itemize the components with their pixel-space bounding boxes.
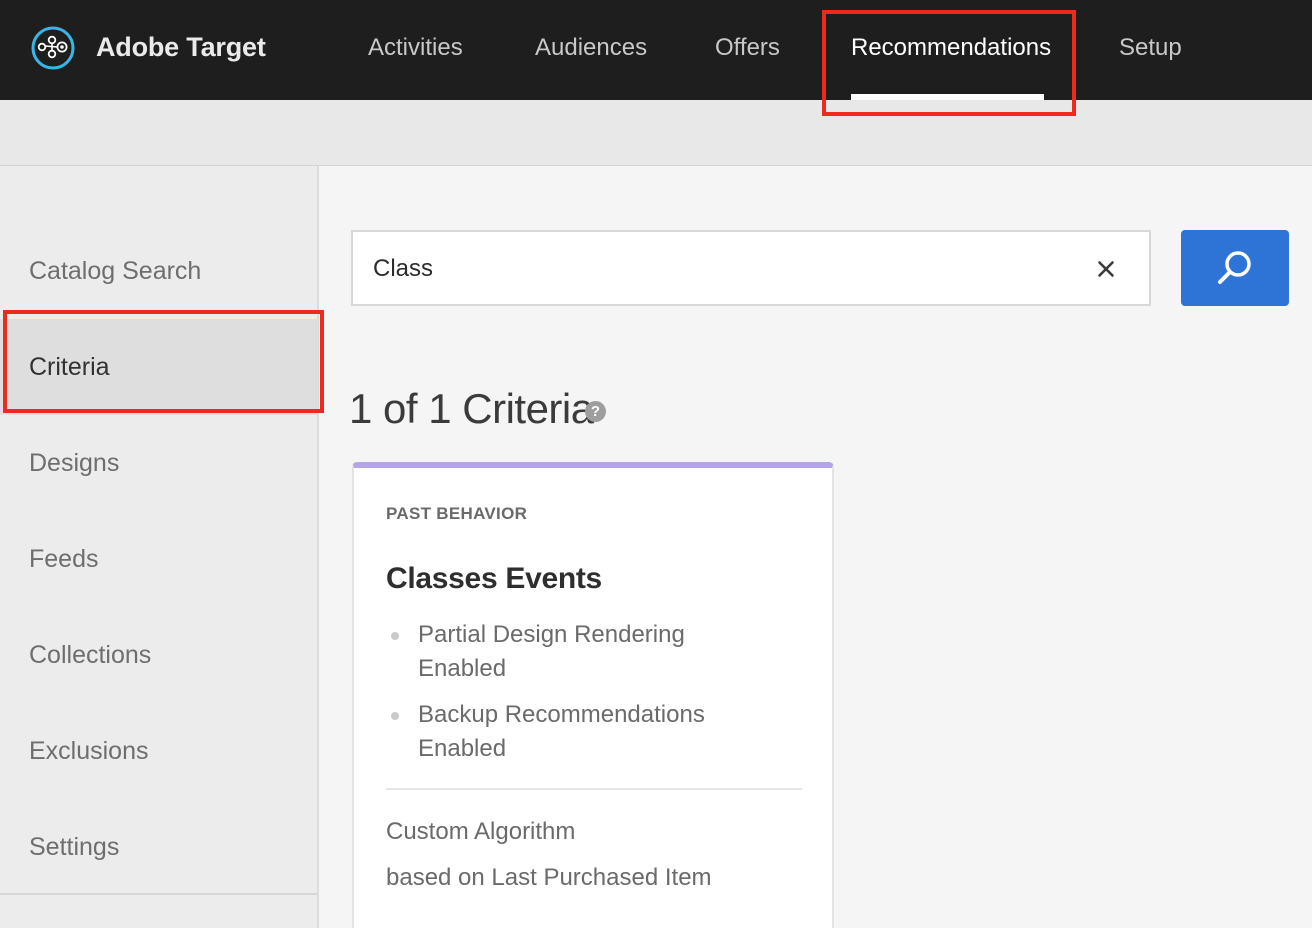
criteria-card[interactable]: PAST BEHAVIOR Classes Events Partial Des…	[352, 462, 834, 928]
nav-audiences[interactable]: Audiences	[535, 34, 647, 62]
help-icon[interactable]: ?	[585, 401, 606, 422]
search-icon	[1218, 251, 1251, 284]
sidebar-item-feeds[interactable]: Feeds	[0, 511, 317, 607]
sidebar-item-collections[interactable]: Collections	[0, 607, 317, 703]
card-setting-partial-design: Partial Design Rendering Enabled	[418, 621, 685, 682]
sidebar-item-catalog-search[interactable]: Catalog Search	[0, 223, 317, 319]
nav-setup[interactable]: Setup	[1119, 34, 1182, 62]
sidebar: Catalog Search Criteria Designs Feeds Co…	[0, 166, 319, 928]
card-algorithm: Custom Algorithm	[386, 818, 576, 845]
nav-recommendations[interactable]: Recommendations	[851, 34, 1051, 62]
sub-header-bar	[0, 100, 1312, 166]
app-name: Adobe Target	[96, 32, 266, 62]
sidebar-item-criteria[interactable]: Criteria	[0, 319, 317, 415]
card-based-on: based on Last Purchased Item	[386, 864, 712, 891]
sidebar-item-exclusions[interactable]: Exclusions	[0, 703, 317, 799]
sidebar-divider	[0, 893, 317, 895]
bullet-dot	[391, 712, 399, 720]
nav-activities[interactable]: Activities	[368, 34, 463, 62]
search-button[interactable]	[1181, 230, 1289, 306]
search-field	[351, 230, 1151, 306]
adobe-target-logo-icon[interactable]	[29, 24, 77, 72]
results-count-heading: 1 of 1 Criteria	[349, 385, 594, 432]
bullet-dot	[391, 632, 399, 640]
card-category: PAST BEHAVIOR	[386, 504, 528, 523]
card-setting-backup-recs: Backup Recommendations Enabled	[418, 701, 705, 762]
close-icon[interactable]	[1092, 255, 1120, 283]
card-divider	[386, 788, 802, 790]
nav-offers[interactable]: Offers	[715, 34, 780, 62]
search-input[interactable]	[373, 250, 1073, 288]
top-nav-bar: Adobe Target Activities Audiences Offers…	[0, 0, 1312, 100]
sidebar-item-designs[interactable]: Designs	[0, 415, 317, 511]
card-title: Classes Events	[386, 562, 602, 595]
sidebar-item-settings[interactable]: Settings	[0, 799, 317, 895]
